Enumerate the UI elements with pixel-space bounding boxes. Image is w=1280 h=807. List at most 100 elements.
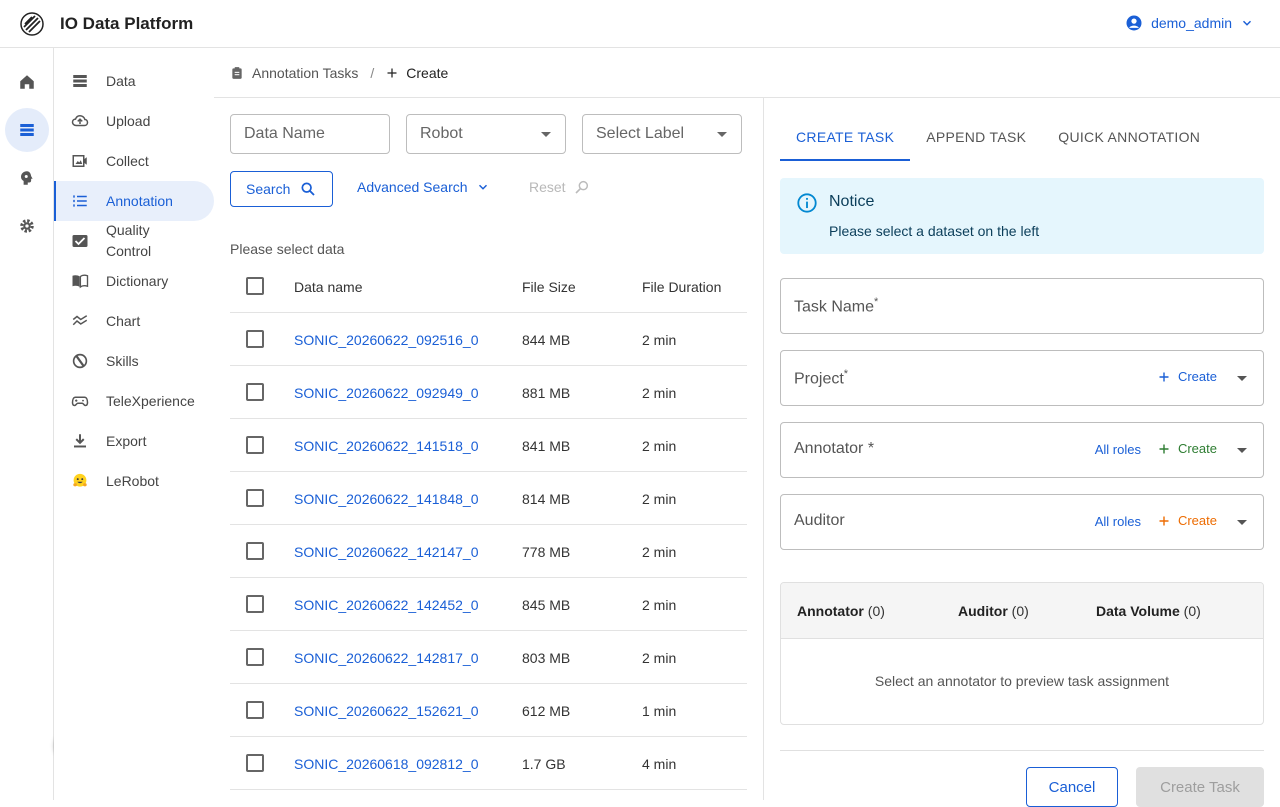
file-size: 612 MB bbox=[522, 703, 571, 719]
sidebar-item-dictionary[interactable]: Dictionary bbox=[54, 261, 214, 301]
table-row[interactable]: SONIC_20260622_152621_0 612 MB 1 min bbox=[230, 684, 747, 737]
sidebar-item-annotation[interactable]: Annotation bbox=[54, 181, 214, 221]
sidebar-item-chart[interactable]: Chart bbox=[54, 301, 214, 341]
dropdown-arrow-icon[interactable] bbox=[1237, 448, 1247, 453]
sidebar-item-export[interactable]: Export bbox=[54, 421, 214, 461]
table-row[interactable]: SONIC_20260622_142452_0 845 MB 2 min bbox=[230, 578, 747, 631]
sidebar-item-skills[interactable]: Skills bbox=[54, 341, 214, 381]
ai-rail-button[interactable] bbox=[5, 156, 49, 200]
sidebar-item-telexperience[interactable]: TeleXperience bbox=[54, 381, 214, 421]
table-row[interactable]: SONIC_20260622_092516_0 844 MB 2 min bbox=[230, 313, 747, 366]
create-auditor-button[interactable]: Create bbox=[1158, 513, 1217, 528]
row-checkbox[interactable] bbox=[246, 436, 264, 454]
file-size: 1.7 GB bbox=[522, 756, 566, 772]
table-row[interactable]: SONIC_20260622_142147_0 778 MB 2 min bbox=[230, 525, 747, 578]
table-row[interactable]: SONIC_20260622_142817_0 803 MB 2 min bbox=[230, 631, 747, 684]
data-name-link[interactable]: SONIC_20260622_142452_0 bbox=[294, 597, 479, 613]
sidebar-item-data[interactable]: Data bbox=[54, 61, 214, 101]
data-name-link[interactable]: SONIC_20260622_142817_0 bbox=[294, 650, 479, 666]
search-button[interactable]: Search bbox=[230, 171, 333, 207]
create-task-button[interactable]: Create Task bbox=[1136, 767, 1264, 807]
auditor-all-roles[interactable]: All roles bbox=[1095, 514, 1141, 529]
label-select[interactable]: Select Label bbox=[582, 114, 742, 154]
sidebar-item-label: TeleXperience bbox=[106, 392, 195, 409]
file-size: 814 MB bbox=[522, 491, 571, 507]
table-row[interactable]: SONIC_20260622_141518_0 841 MB 2 min bbox=[230, 419, 747, 472]
file-size: 778 MB bbox=[522, 544, 571, 560]
data-name-link[interactable]: SONIC_20260622_152621_0 bbox=[294, 703, 479, 719]
photo-check-icon bbox=[70, 231, 90, 251]
create-annotator-button[interactable]: Create bbox=[1158, 441, 1217, 456]
cancel-button[interactable]: Cancel bbox=[1026, 767, 1118, 807]
clipboard-icon bbox=[232, 66, 242, 79]
file-size: 844 MB bbox=[522, 332, 571, 348]
file-duration: 2 min bbox=[642, 650, 677, 666]
column-header-duration[interactable]: File Duration bbox=[642, 279, 721, 295]
sidebar-item-quality-control[interactable]: Quality Control bbox=[54, 221, 214, 261]
sidebar-item-upload[interactable]: Upload bbox=[54, 101, 214, 141]
data-rail-button[interactable] bbox=[5, 108, 49, 152]
search-off-icon bbox=[575, 180, 588, 194]
annotator-label: Annotator * bbox=[794, 440, 875, 457]
file-duration: 2 min bbox=[642, 332, 677, 348]
settings-rail-button[interactable] bbox=[5, 204, 49, 248]
sidebar-item-lerobot[interactable]: LeRobot bbox=[54, 461, 214, 501]
annotator-select[interactable]: Annotator * All roles Create bbox=[780, 422, 1264, 478]
notice-message: Please select a dataset on the left bbox=[829, 223, 1040, 239]
sidebar-item-collect[interactable]: Collect bbox=[54, 141, 214, 181]
row-checkbox[interactable] bbox=[246, 701, 264, 719]
data-name-link[interactable]: SONIC_20260622_141518_0 bbox=[294, 438, 479, 454]
task-form-panel: CREATE TASK APPEND TASK QUICK ANNOTATION… bbox=[764, 98, 1280, 807]
data-name-link[interactable]: SONIC_20260618_092812_0 bbox=[294, 756, 479, 772]
column-header-size[interactable]: File Size bbox=[522, 279, 576, 295]
data-name-placeholder: Data Name bbox=[244, 125, 325, 142]
sidebar-item-label: Dictionary bbox=[106, 272, 169, 289]
breadcrumb-parent[interactable]: Annotation Tasks bbox=[252, 65, 358, 81]
reset-button[interactable]: Reset bbox=[529, 179, 590, 195]
task-name-label: Task Name* bbox=[794, 296, 879, 316]
dropdown-arrow-icon bbox=[717, 132, 727, 137]
breadcrumb: Annotation Tasks / Create bbox=[214, 48, 1280, 98]
robot-select[interactable]: Robot bbox=[406, 114, 566, 154]
home-button[interactable] bbox=[5, 60, 49, 104]
data-name-input[interactable]: Data Name bbox=[230, 114, 390, 154]
table-row[interactable]: SONIC_20260622_092949_0 881 MB 2 min bbox=[230, 366, 747, 419]
logo-icon bbox=[20, 12, 44, 36]
file-duration: 2 min bbox=[642, 544, 677, 560]
select-all-checkbox[interactable] bbox=[246, 277, 264, 295]
row-checkbox[interactable] bbox=[246, 595, 264, 613]
reset-label: Reset bbox=[529, 179, 566, 195]
annotator-all-roles[interactable]: All roles bbox=[1095, 442, 1141, 457]
assignment-empty-text: Select an annotator to preview task assi… bbox=[874, 673, 1170, 689]
column-header-name[interactable]: Data name bbox=[294, 279, 362, 295]
database-icon bbox=[70, 71, 90, 91]
project-select[interactable]: Project* Create bbox=[780, 350, 1264, 406]
task-name-field[interactable]: Task Name* bbox=[780, 278, 1264, 334]
data-name-link[interactable]: SONIC_20260622_141848_0 bbox=[294, 491, 479, 507]
tab-append-task[interactable]: APPEND TASK bbox=[910, 114, 1042, 161]
data-name-link[interactable]: SONIC_20260622_142147_0 bbox=[294, 544, 479, 560]
row-checkbox[interactable] bbox=[246, 383, 264, 401]
advanced-search-button[interactable]: Advanced Search bbox=[357, 179, 490, 195]
row-checkbox[interactable] bbox=[246, 754, 264, 772]
dropdown-arrow-icon[interactable] bbox=[1237, 520, 1247, 525]
user-menu[interactable]: demo_admin bbox=[1125, 14, 1254, 32]
row-checkbox[interactable] bbox=[246, 648, 264, 666]
tab-quick-annotation[interactable]: QUICK ANNOTATION bbox=[1042, 114, 1216, 161]
file-size: 803 MB bbox=[522, 650, 571, 666]
tab-create-task[interactable]: CREATE TASK bbox=[780, 114, 911, 161]
sidebar-item-label: Collect bbox=[106, 152, 149, 169]
dropdown-arrow-icon[interactable] bbox=[1237, 376, 1247, 381]
search-icon bbox=[301, 182, 316, 196]
row-checkbox[interactable] bbox=[246, 489, 264, 507]
data-name-link[interactable]: SONIC_20260622_092516_0 bbox=[294, 332, 479, 348]
row-checkbox[interactable] bbox=[246, 542, 264, 560]
sidebar-item-label: Export bbox=[106, 432, 147, 449]
data-name-link[interactable]: SONIC_20260622_092949_0 bbox=[294, 385, 479, 401]
create-project-button[interactable]: Create bbox=[1158, 369, 1217, 384]
auditor-select[interactable]: Auditor All roles Create bbox=[780, 494, 1264, 550]
row-checkbox[interactable] bbox=[246, 330, 264, 348]
table-row[interactable]: SONIC_20260618_092812_0 1.7 GB 4 min bbox=[230, 737, 747, 790]
table-row[interactable]: SONIC_20260622_141848_0 814 MB 2 min bbox=[230, 472, 747, 525]
book-icon bbox=[70, 271, 90, 291]
